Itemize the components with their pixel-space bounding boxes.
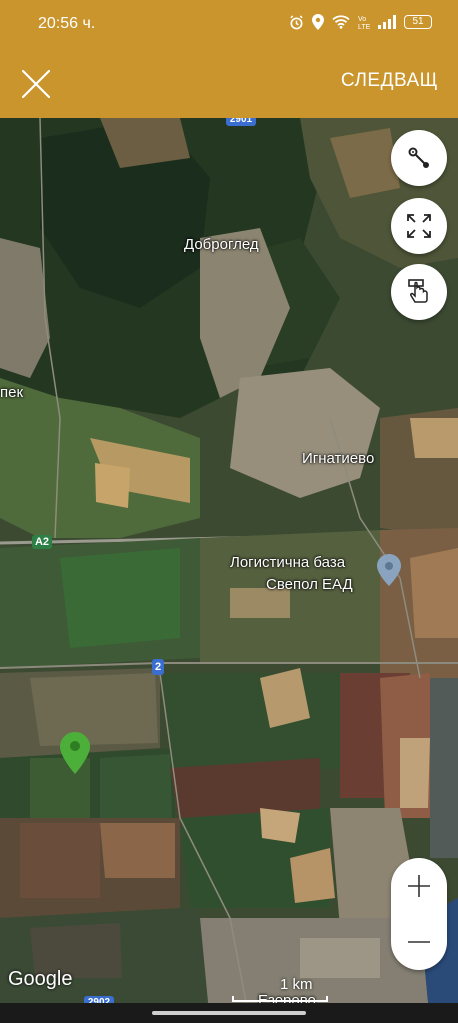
status-icons: Vo LTE 51 <box>289 14 432 30</box>
selected-location-marker-icon[interactable] <box>60 732 90 774</box>
place-label-pek[interactable]: пек <box>0 384 23 401</box>
status-bar: 20:56 ч. Vo LTE 51 <box>0 0 458 46</box>
road-shield-top: 2901 <box>226 118 256 126</box>
status-time: 20:56 ч. <box>38 15 96 32</box>
touch-mode-button[interactable] <box>391 264 447 320</box>
app-bar: СЛЕДВАЩ <box>0 46 458 118</box>
google-logo: Google <box>8 968 73 990</box>
zoom-in-button[interactable] <box>391 858 447 914</box>
zoom-control <box>391 858 447 970</box>
place-label-ignatievo[interactable]: Игнатиево <box>302 450 374 467</box>
wifi-icon <box>332 15 350 29</box>
road-shield-a2: A2 <box>32 535 52 549</box>
poi-pin-icon[interactable] <box>377 554 401 586</box>
poi-label-line1[interactable]: Логистична база <box>230 554 345 571</box>
svg-text:Vo: Vo <box>358 16 366 23</box>
battery-indicator: 51 <box>404 15 432 29</box>
volte-icon: VoLTE <box>358 16 370 30</box>
fullscreen-button[interactable] <box>391 198 447 254</box>
minus-icon <box>408 941 430 943</box>
location-direction-button[interactable] <box>391 130 447 186</box>
next-button[interactable]: СЛЕДВАЩ <box>341 70 438 92</box>
touch-icon <box>408 279 428 303</box>
scale-bar <box>232 996 328 1002</box>
road-shield-2: 2 <box>152 659 164 675</box>
fullscreen-icon <box>407 214 431 238</box>
close-icon[interactable] <box>20 68 52 100</box>
poi-label-line2[interactable]: Свепол ЕАД <box>266 576 353 593</box>
signal-icon <box>378 15 396 29</box>
system-nav-bar <box>0 1003 458 1023</box>
home-indicator[interactable] <box>152 1011 306 1015</box>
svg-text:LTE: LTE <box>358 24 370 30</box>
plus-icon <box>408 875 430 897</box>
zoom-out-button[interactable] <box>391 914 447 970</box>
location-icon <box>312 14 324 30</box>
alarm-icon <box>290 14 303 29</box>
scale-label: 1 km <box>280 976 313 993</box>
location-direction-icon <box>408 147 429 168</box>
place-label-dobrogled[interactable]: Доброглед <box>184 236 259 253</box>
map-view[interactable]: 2901 Доброглед пек Игнатиево A2 Логистич… <box>0 118 458 1023</box>
